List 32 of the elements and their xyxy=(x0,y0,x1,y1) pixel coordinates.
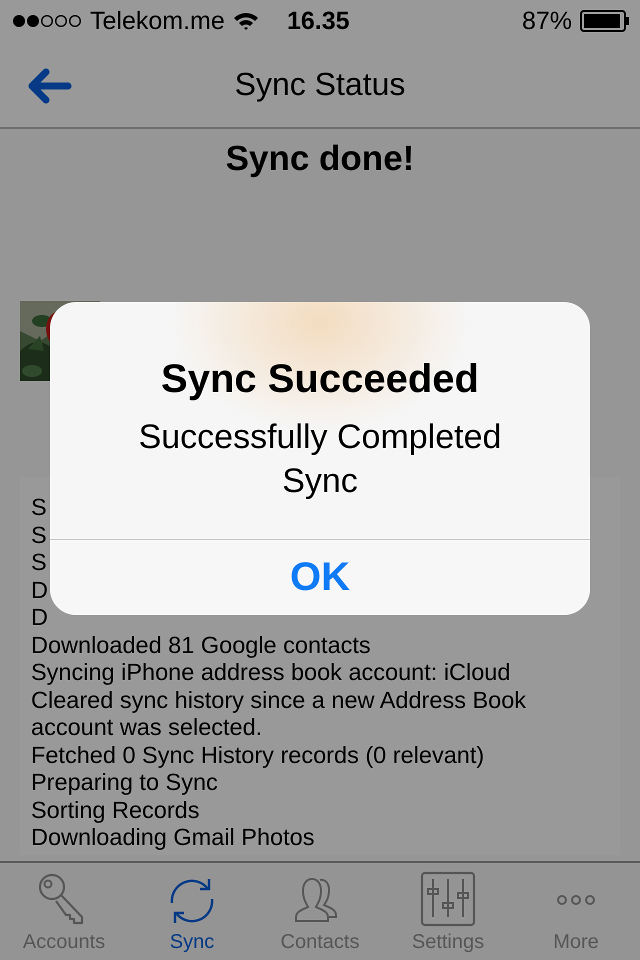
log-line: S xyxy=(31,522,47,549)
log-line: D xyxy=(31,604,48,632)
screen-title: Sync Status xyxy=(234,66,406,103)
log-line: Preparing to Sync xyxy=(31,769,218,796)
log-line: S xyxy=(31,494,47,522)
tab-bar-item[interactable]: Contacts xyxy=(256,863,384,960)
sliders-icon xyxy=(418,871,478,929)
battery-icon xyxy=(580,10,630,32)
log-line: Fetched 0 Sync History records (0 relevant) xyxy=(31,742,484,769)
tab-bar-item[interactable]: Accounts xyxy=(0,863,128,960)
back-button[interactable] xyxy=(28,66,74,106)
tab-bar-item[interactable]: Sync xyxy=(128,863,256,960)
clock-time: 16.35 xyxy=(287,6,351,36)
log-line: Syncing iPhone address book account: iCloud xyxy=(31,659,510,686)
sync-status-heading: Sync done! xyxy=(224,138,416,180)
log-line: S xyxy=(31,549,47,576)
signal-icon xyxy=(12,14,82,28)
ok-button[interactable]: OK xyxy=(50,539,590,615)
more-icon xyxy=(556,894,596,906)
alert-title: Sync Succeeded xyxy=(161,357,479,401)
log-line: Cleared sync history since a new Address Book account was selected. xyxy=(31,686,528,742)
log-line: Sorting Records xyxy=(31,796,200,824)
log-line: Downloaded 81 Google contacts xyxy=(31,632,371,659)
wifi-icon xyxy=(232,11,259,31)
back-arrow-icon xyxy=(28,68,72,104)
carrier-name: Telekom.me xyxy=(90,6,225,36)
battery-percent: 87% xyxy=(522,6,572,36)
alert-message: Successfully Completed Sync xyxy=(138,417,502,502)
log-line: D xyxy=(31,576,48,604)
tab-bar-item[interactable]: Settings xyxy=(384,863,512,960)
tab-bar-item[interactable]: More xyxy=(512,863,640,960)
log-line: Downloading Gmail Photos xyxy=(31,824,314,852)
